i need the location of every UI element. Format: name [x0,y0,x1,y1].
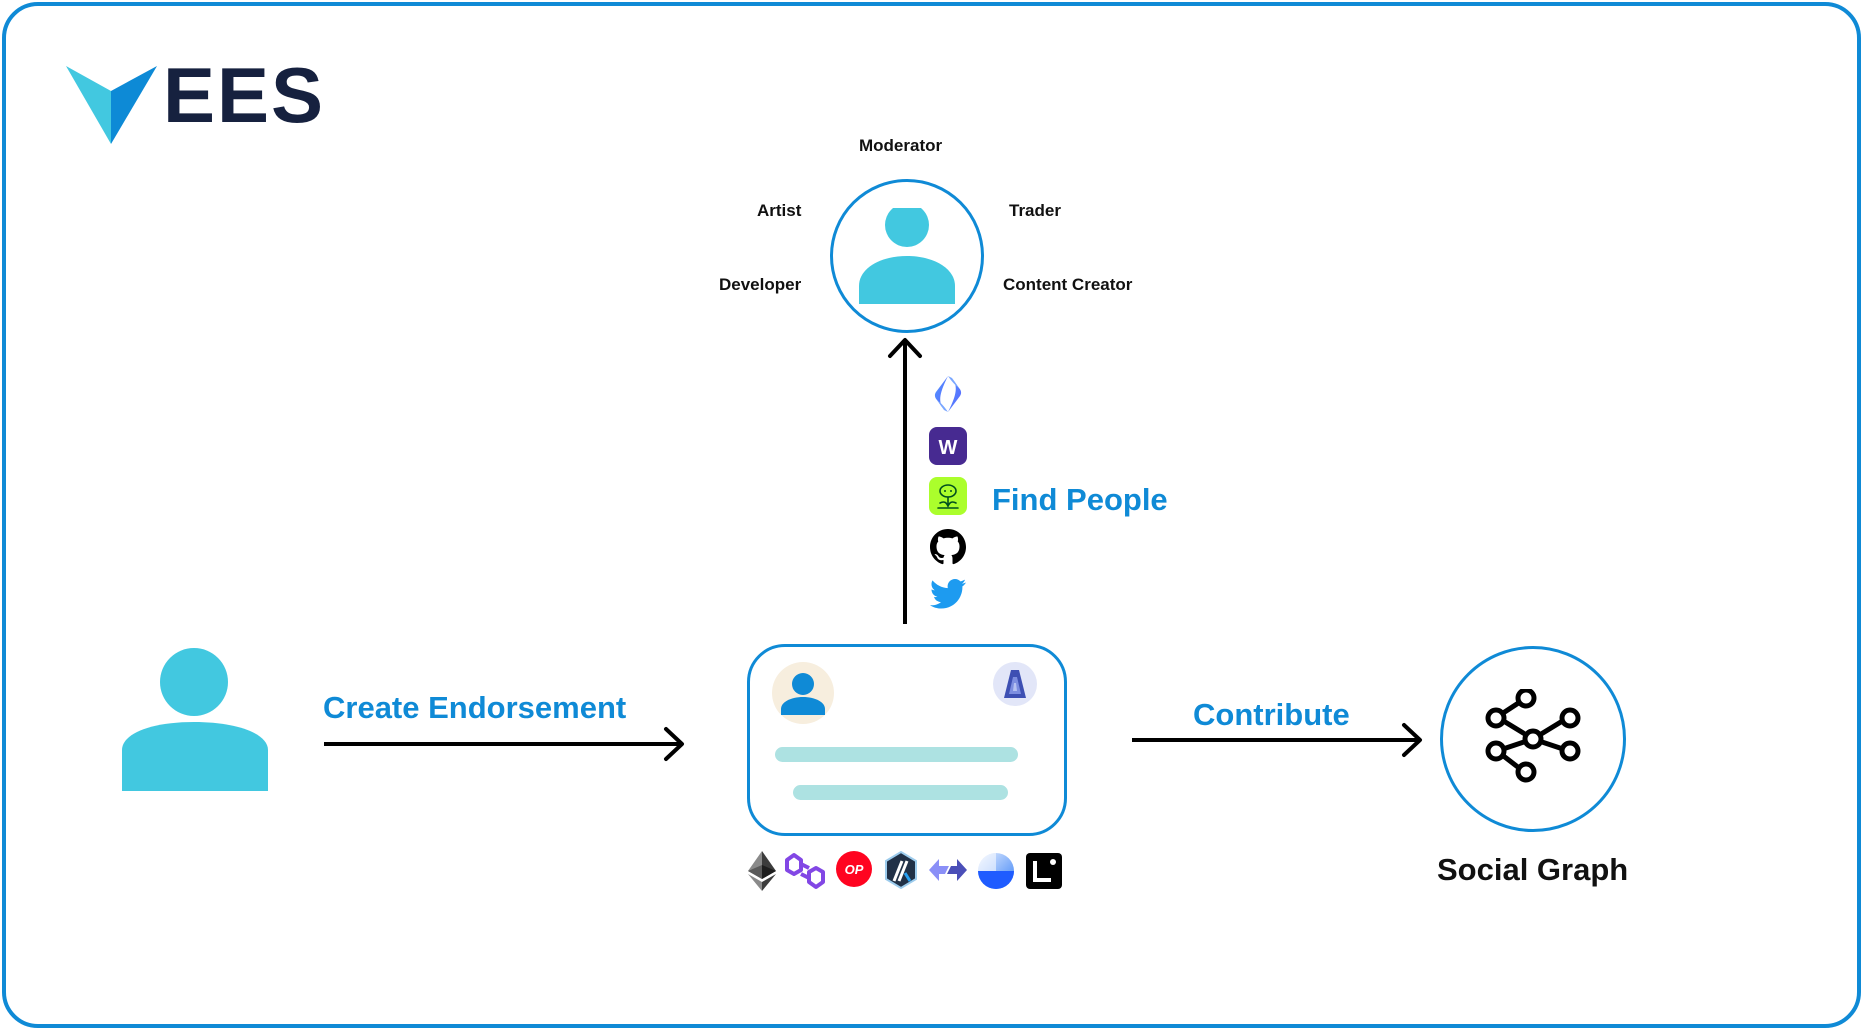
optimism-icon: OP [836,851,872,887]
github-icon [930,529,966,565]
social-graph-label: Social Graph [1437,852,1629,887]
base-icon [978,853,1014,889]
profile-circle [830,179,984,333]
arbitrum-icon [885,851,917,889]
bridge-icon [929,859,967,881]
card-avatar-icon [772,662,834,724]
endorser-user-icon [122,648,268,791]
find-people-arrow [888,338,922,624]
ens-icon [934,376,962,412]
user-icon [859,208,955,304]
svg-text:W: W [939,437,958,459]
warpcast-icon: W [929,427,967,465]
contribute-arrow [1132,723,1422,757]
social-graph-circle [1440,646,1626,832]
role-content-creator: Content Creator [1003,275,1133,294]
polygon-icon [785,853,825,889]
logo-text: EES [163,51,326,139]
create-endorsement-label: Create Endorsement [323,690,627,725]
logo-mark-icon [66,66,157,144]
attestation-badge-icon [993,662,1037,706]
lens-icon [929,477,967,515]
role-moderator: Moderator [859,136,943,155]
linea-icon [1026,853,1062,889]
find-people-label: Find People [992,482,1168,517]
role-developer: Developer [719,275,802,294]
role-artist: Artist [757,201,802,220]
svg-text:OP: OP [845,862,864,877]
card-line-2 [793,785,1008,800]
twitter-icon [930,579,966,609]
card-line-1 [775,747,1018,762]
ethereum-icon [748,851,776,891]
social-graph-icon [1485,689,1581,783]
create-endorsement-arrow [324,727,684,761]
role-trader: Trader [1009,201,1061,220]
endorsement-card [747,644,1067,836]
